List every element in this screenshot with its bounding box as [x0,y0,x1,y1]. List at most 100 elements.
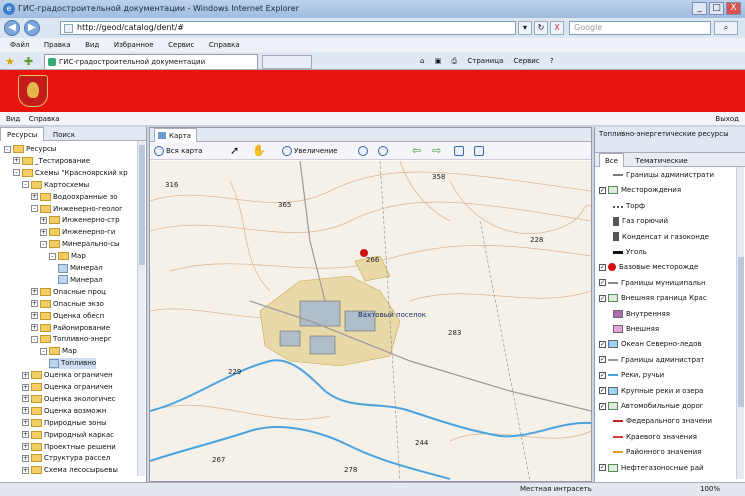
tab-map[interactable]: Карта [154,128,198,142]
tree-node[interactable]: + Водоохранные зо [31,192,118,203]
menu-file[interactable]: Файл [10,41,29,49]
back-button[interactable]: ◀ [4,20,20,36]
search-button[interactable]: ⌕ [714,21,738,35]
new-tab-button[interactable] [262,55,312,69]
stop-button[interactable]: X [550,21,564,35]
maximize-button[interactable]: □ [709,2,724,15]
search-input[interactable]: Google [569,21,711,35]
select-arrow-icon[interactable]: ➚ [230,145,239,157]
menu-help[interactable]: Справка [209,41,240,49]
minimize-button[interactable]: _ [692,2,707,15]
legend-item[interactable]: Газ горючий [613,215,668,227]
layer-checkbox[interactable]: ✓ [599,294,606,302]
tab-all[interactable]: Все [599,153,624,167]
tree-node[interactable]: - Схемы "Красноярский кр [13,168,128,179]
layer-checkbox[interactable]: ✓ [599,387,606,395]
tree-node[interactable]: + Природные зоны [22,418,107,429]
tree-toggle-icon[interactable]: - [22,181,29,189]
right-scrollbar-thumb[interactable] [738,257,744,407]
tree-node[interactable]: + Оценка экологичес [22,394,116,405]
zoom-in-button[interactable]: Увеличение [282,145,338,157]
tree-node[interactable]: - Инженерно-геолог [31,204,123,215]
tree-toggle-icon[interactable]: + [22,431,29,439]
browser-tab-active[interactable]: ГИС-градостроительной документации [44,54,258,69]
legend-item[interactable]: ✓ Границы администрат [599,354,704,366]
layer-checkbox[interactable]: ✓ [599,371,606,379]
legend-item[interactable]: ✓ Реки, ручьи [599,369,664,381]
app-menu-view[interactable]: Вид [6,115,20,123]
tree-toggle-icon[interactable]: - [31,335,38,343]
layer-checkbox[interactable]: ✓ [599,464,606,472]
right-scrollbar[interactable] [736,167,744,479]
address-input[interactable]: http://geod/catalog/dent/# [60,21,516,35]
tree-node[interactable]: + Оценка ограничен [22,382,113,393]
tree-toggle-icon[interactable]: + [22,371,29,379]
zoom-plus-icon[interactable] [358,145,370,157]
map-canvas[interactable]: Вахтовый поселок 283 358 365 228 229 267… [150,161,591,481]
tree-toggle-icon[interactable]: + [31,312,38,320]
layer-checkbox[interactable]: ✓ [599,402,606,410]
left-scrollbar[interactable] [137,141,145,476]
layer-checkbox[interactable]: ✓ [599,186,606,194]
zoom-level[interactable]: 100% [700,483,720,496]
legend-item[interactable]: ✓ Океан Северно-ледов [599,338,702,350]
tree-node[interactable]: - Map [49,251,86,262]
tree-node[interactable]: + Инженерно-стр [40,215,120,226]
tree-node[interactable]: + Схема лесосырьевы [22,465,118,476]
legend-item[interactable]: ✓ Базовые месторожде [599,261,698,273]
layer-checkbox[interactable]: ✓ [599,340,606,348]
close-button[interactable]: X [726,2,741,15]
tree-toggle-icon[interactable]: + [22,443,29,450]
add-favorites-icon[interactable]: ✚ [24,55,33,68]
tree-toggle-icon[interactable]: + [22,395,29,403]
tree-toggle-icon[interactable]: + [22,466,29,474]
legend-item[interactable]: Внешняя [613,323,659,335]
tree-node[interactable]: + Оценка ограничен [22,370,113,381]
tree-toggle-icon[interactable]: - [13,169,20,177]
tree-node[interactable]: + Природный каркас [22,430,114,441]
legend-item[interactable]: Торф [613,200,645,212]
legend-item[interactable]: ✓ Крупные реки и озера [599,385,703,397]
pan-hand-icon[interactable]: ✋ [252,145,266,157]
tree-toggle-icon[interactable]: + [31,288,38,296]
layer-checkbox[interactable]: ✓ [599,279,606,287]
zoom-minus-icon[interactable] [378,145,390,157]
tree-node[interactable]: + Оценка обесп [31,311,104,322]
tree-toggle-icon[interactable]: - [40,347,47,355]
home-icon[interactable]: ⌂ [420,57,424,65]
legend-item[interactable]: ✓ Автомобильные дорог [599,400,703,412]
forward-button[interactable]: ▶ [24,20,40,36]
tree-toggle-icon[interactable]: - [49,252,56,260]
menu-view[interactable]: Вид [85,41,99,49]
legend-item[interactable]: Краевого значения [613,431,697,443]
tree-toggle-icon[interactable]: + [22,454,29,462]
full-extent-button[interactable]: Вся карта [154,145,202,157]
refresh-button[interactable]: ↻ [534,21,548,35]
layer-checkbox[interactable]: ✓ [599,356,606,364]
left-scrollbar-thumb[interactable] [139,145,145,265]
legend-item[interactable]: ✓ Нефтегазоносные рай [599,462,704,474]
help-icon[interactable]: ? [550,57,554,65]
legend-item[interactable]: ✓ Границы муниципальн [599,277,706,289]
tree-toggle-icon[interactable]: - [31,205,38,212]
legend-item[interactable]: ✓ Месторождения [599,184,681,196]
legend-item[interactable]: Уголь [613,246,647,258]
tree-node[interactable]: + Опасные проц [31,287,106,298]
tree-toggle-icon[interactable]: + [31,324,38,331]
measure-icon[interactable] [474,145,486,157]
tree-node[interactable]: - Map [40,346,77,357]
legend-item[interactable]: Конденсат и газоконде [613,231,709,243]
tree-node[interactable]: + _Тестирование [13,156,90,167]
page-menu[interactable]: Страница [467,57,503,65]
tree-toggle-icon[interactable]: + [22,383,29,391]
legend-item[interactable]: Федерального значени [613,415,712,427]
tree-toggle-icon[interactable]: - [40,240,47,248]
feeds-icon[interactable]: ▣ [435,57,442,65]
tree-toggle-icon[interactable]: + [31,193,38,201]
tree-node[interactable]: - Топливно-энерг [31,334,112,345]
tab-search[interactable]: Поиск [47,128,81,142]
tools-menu[interactable]: Сервис [514,57,540,65]
tree-node[interactable]: + Структура рассел [22,453,110,464]
tree-toggle-icon[interactable]: + [22,419,29,427]
tree-node[interactable]: Топливно [49,358,97,370]
